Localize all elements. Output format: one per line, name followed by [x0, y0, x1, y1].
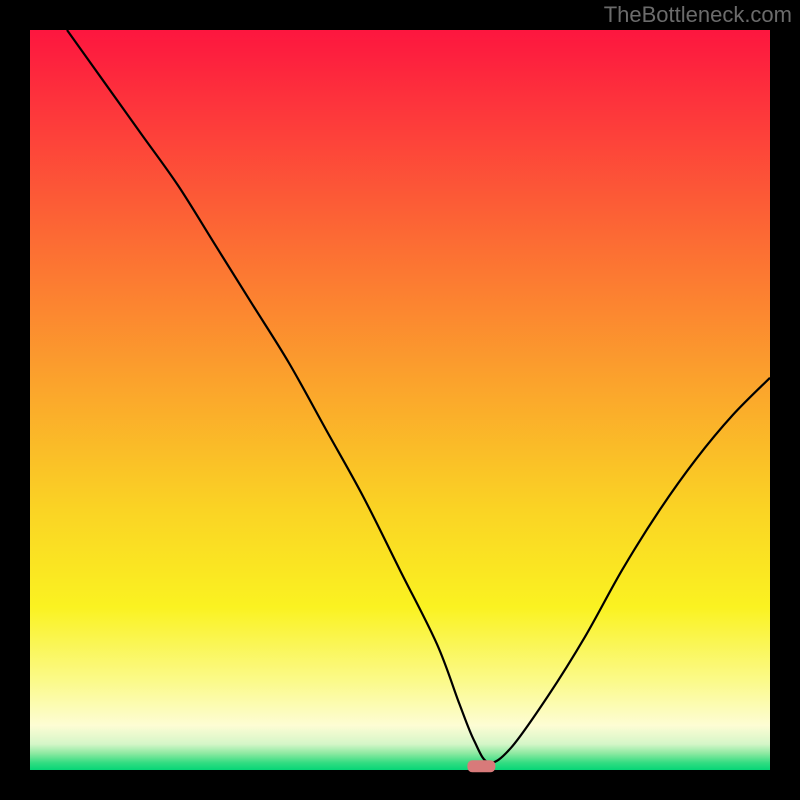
plot-background [30, 30, 770, 770]
watermark-text: TheBottleneck.com [604, 2, 792, 28]
minimum-marker [467, 760, 495, 772]
bottleneck-chart [0, 0, 800, 800]
chart-container: TheBottleneck.com [0, 0, 800, 800]
